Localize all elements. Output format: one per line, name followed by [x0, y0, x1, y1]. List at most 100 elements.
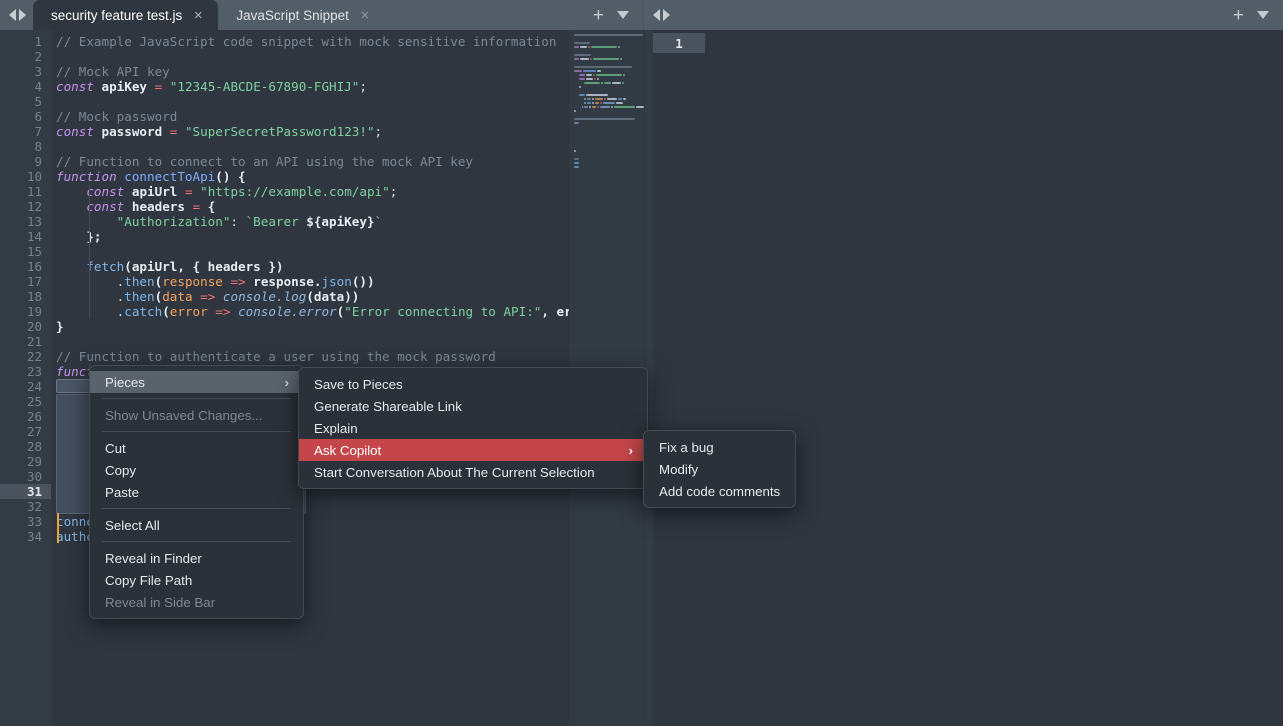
code-line-6[interactable]: // Mock password — [51, 109, 644, 124]
minimap-token — [574, 162, 580, 164]
menu-item-ask-copilot[interactable]: Ask Copilot › — [299, 439, 647, 461]
nav-forward-icon[interactable] — [663, 9, 670, 21]
code-line-18[interactable]: .then(data => console.log(data)) — [51, 289, 644, 304]
nav-back-icon[interactable] — [9, 9, 16, 21]
menu-item-modify[interactable]: Modify — [644, 458, 795, 480]
chevron-down-icon[interactable] — [1257, 11, 1269, 19]
menu-item-label: Copy — [105, 462, 137, 478]
menu-item-label: Reveal in Side Bar — [105, 594, 216, 610]
minimap-token — [591, 98, 594, 100]
code-line-1[interactable]: // Example JavaScript code snippet with … — [51, 34, 644, 49]
add-tab-icon[interactable]: + — [593, 6, 604, 25]
minimap-token — [635, 106, 644, 108]
minimap-line-23 — [574, 122, 644, 125]
code-line-11[interactable]: const apiUrl = "https://example.com/api"… — [51, 184, 644, 199]
menu-item-fix-a-bug[interactable]: Fix a bug — [644, 436, 795, 458]
close-icon[interactable]: × — [192, 8, 204, 23]
code-line-19[interactable]: .catch(error => console.error("Error con… — [51, 304, 644, 319]
tab-nav-arrows-right[interactable] — [644, 0, 677, 30]
menu-item-start-conversation-about-the-current-selection[interactable]: Start Conversation About The Current Sel… — [299, 461, 647, 483]
tab-bar-left-tools: + — [583, 0, 643, 30]
menu-item-copy-file-path[interactable]: Copy File Path — [90, 569, 303, 591]
code-line-12[interactable]: const headers = { — [51, 199, 644, 214]
minimap-line-6 — [574, 54, 644, 57]
indent-guide — [89, 274, 90, 289]
editor-pane-right[interactable]: 1 — [645, 30, 1283, 726]
line-number-1: 1 — [653, 33, 705, 53]
minimap-line-11 — [574, 74, 644, 77]
menu-item-cut[interactable]: Cut — [90, 437, 303, 459]
line-number-1: 1 — [34, 34, 42, 49]
menu-item-show-unsaved-changes: Show Unsaved Changes... — [90, 404, 303, 426]
close-icon[interactable]: × — [359, 8, 371, 23]
code-line-17[interactable]: .then(response => response.json()) — [51, 274, 644, 289]
menu-item-pieces[interactable]: Pieces › — [90, 371, 303, 393]
code-line-10[interactable]: function connectToApi() { — [51, 169, 644, 184]
nav-forward-icon[interactable] — [19, 9, 26, 21]
minimap-line-10 — [574, 70, 644, 73]
minimap-token — [600, 102, 603, 104]
minimap-token — [600, 82, 603, 84]
code-line-4[interactable]: const apiKey = "12345-ABCDE-67890-FGHIJ"… — [51, 79, 644, 94]
code-line-7[interactable]: const password = "SuperSecretPassword123… — [51, 124, 644, 139]
menu-item-paste[interactable]: Paste — [90, 481, 303, 503]
code-line-5[interactable] — [51, 94, 644, 109]
code-line-20[interactable]: } — [51, 319, 644, 334]
menu-item-copy[interactable]: Copy — [90, 459, 303, 481]
menu-item-explain[interactable]: Explain — [299, 417, 647, 439]
minimap-token — [581, 106, 584, 108]
code-line-14[interactable]: }; — [51, 229, 644, 244]
menu-separator — [102, 398, 291, 399]
minimap-token — [574, 158, 580, 160]
minimap-line-9 — [574, 66, 644, 69]
code-line-9[interactable]: // Function to connect to an API using t… — [51, 154, 644, 169]
menu-item-save-to-pieces[interactable]: Save to Pieces — [299, 373, 647, 395]
code-line-15[interactable] — [51, 244, 644, 259]
code-line-22[interactable]: // Function to authenticate a user using… — [51, 349, 644, 364]
line-number-10: 10 — [26, 169, 42, 184]
menu-item-add-code-comments[interactable]: Add code comments — [644, 480, 795, 502]
minimap-line-14 — [574, 86, 644, 89]
line-number-20: 20 — [26, 319, 42, 334]
tab-nav-arrows[interactable] — [0, 0, 33, 30]
line-number-7: 7 — [34, 124, 42, 139]
menu-item-label: Ask Copilot — [314, 442, 382, 458]
context-menu[interactable]: Pieces › Show Unsaved Changes... Cut Copy Pas… — [89, 365, 304, 619]
chevron-right-icon: › — [628, 442, 633, 458]
chevron-down-icon[interactable] — [617, 11, 629, 19]
code-line-3[interactable]: // Mock API key — [51, 64, 644, 79]
tab-bar-right-tools: + — [1223, 0, 1283, 30]
minimap-line-21 — [574, 114, 644, 117]
minimap-line-30 — [574, 150, 644, 153]
minimap-token — [596, 70, 602, 72]
add-tab-icon[interactable]: + — [1233, 6, 1244, 25]
code-line-16[interactable]: fetch(apiUrl, { headers }) — [51, 259, 644, 274]
indent-guide — [89, 289, 90, 304]
menu-item-select-all[interactable]: Select All — [90, 514, 303, 536]
code-line-8[interactable] — [51, 139, 644, 154]
tab-security-feature-test-js[interactable]: security feature test.js × — [33, 0, 219, 30]
minimap-token — [584, 106, 589, 108]
minimap-token — [574, 66, 632, 68]
line-number-9: 9 — [34, 154, 42, 169]
menu-item-label: Select All — [105, 517, 160, 533]
tab-javascript-snippet[interactable]: JavaScript Snippet × — [218, 0, 385, 30]
code-line-2[interactable] — [51, 49, 644, 64]
menu-item-label: Add code comments — [659, 483, 781, 499]
minimap-token — [574, 58, 580, 60]
menu-item-generate-shareable-link[interactable]: Generate Shareable Link — [299, 395, 647, 417]
menu-item-reveal-in-finder[interactable]: Reveal in Finder — [90, 547, 303, 569]
minimap-token — [589, 106, 591, 108]
line-number-2: 2 — [34, 49, 42, 64]
nav-back-icon[interactable] — [653, 9, 660, 21]
line-number-gutter: 1 2 3 4 5 6 7 8 9 10 11 12 13 14 15 16 17 18 19 20 21 22 23 24 2… — [0, 30, 51, 726]
indent-guide — [89, 244, 90, 259]
line-number-4: 4 — [34, 79, 42, 94]
ask-copilot-submenu[interactable]: Fix a bug Modify Add code comments — [643, 430, 796, 508]
pieces-submenu[interactable]: Save to Pieces Generate Shareable Link Exp… — [298, 367, 648, 489]
minimap-token — [574, 122, 580, 124]
code-line-21[interactable] — [51, 334, 644, 349]
tab-bar-right-group: + — [644, 0, 1283, 30]
menu-separator — [102, 508, 291, 509]
code-line-13[interactable]: "Authorization": `Bearer ${apiKey}` — [51, 214, 644, 229]
